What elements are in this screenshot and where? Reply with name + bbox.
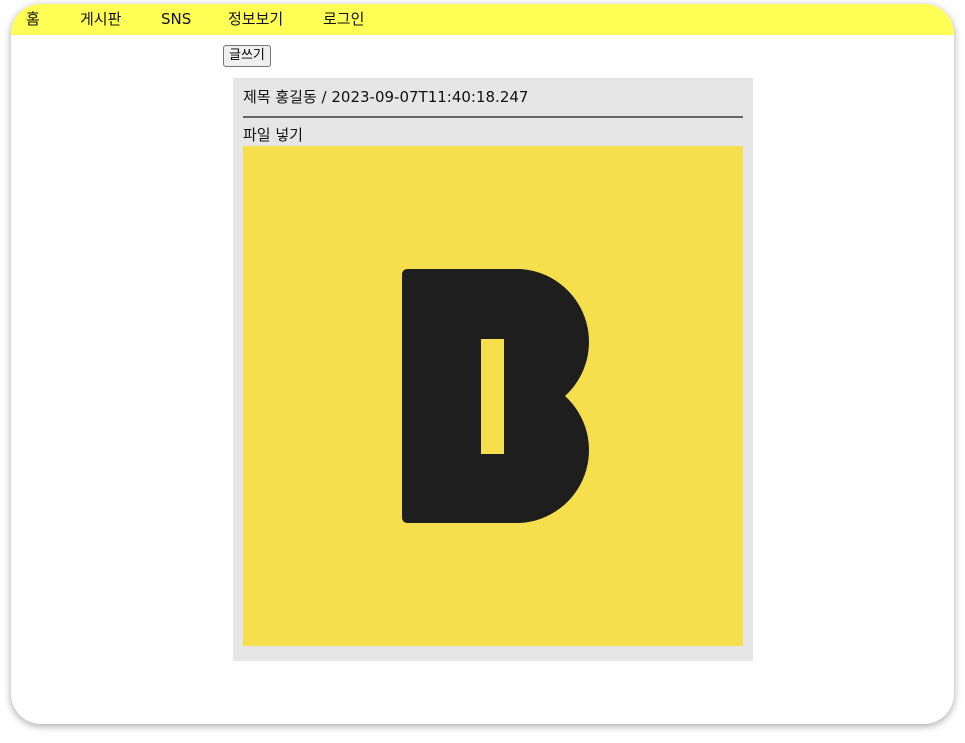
top-navbar: 홈 게시판 SNS 정보보기 로그인 xyxy=(11,4,954,35)
nav-login[interactable]: 로그인 xyxy=(323,10,364,28)
nav-board[interactable]: 게시판 xyxy=(80,10,121,28)
nav-home[interactable]: 홈 xyxy=(26,10,40,28)
post-image xyxy=(243,146,743,646)
post-header: 제목 홍길동 / 2023-09-07T11:40:18.247 xyxy=(243,88,529,106)
app-window: 홈 게시판 SNS 정보보기 로그인 글쓰기 제목 홍길동 / 2023-09-… xyxy=(11,4,954,724)
write-button[interactable]: 글쓰기 xyxy=(223,45,271,67)
b-logo-icon xyxy=(402,269,589,523)
post-divider xyxy=(243,116,743,118)
nav-sns[interactable]: SNS xyxy=(161,10,191,28)
post-card: 제목 홍길동 / 2023-09-07T11:40:18.247 파일 넣기 xyxy=(233,78,753,661)
post-body: 파일 넣기 xyxy=(243,126,303,144)
nav-info[interactable]: 정보보기 xyxy=(228,10,283,28)
